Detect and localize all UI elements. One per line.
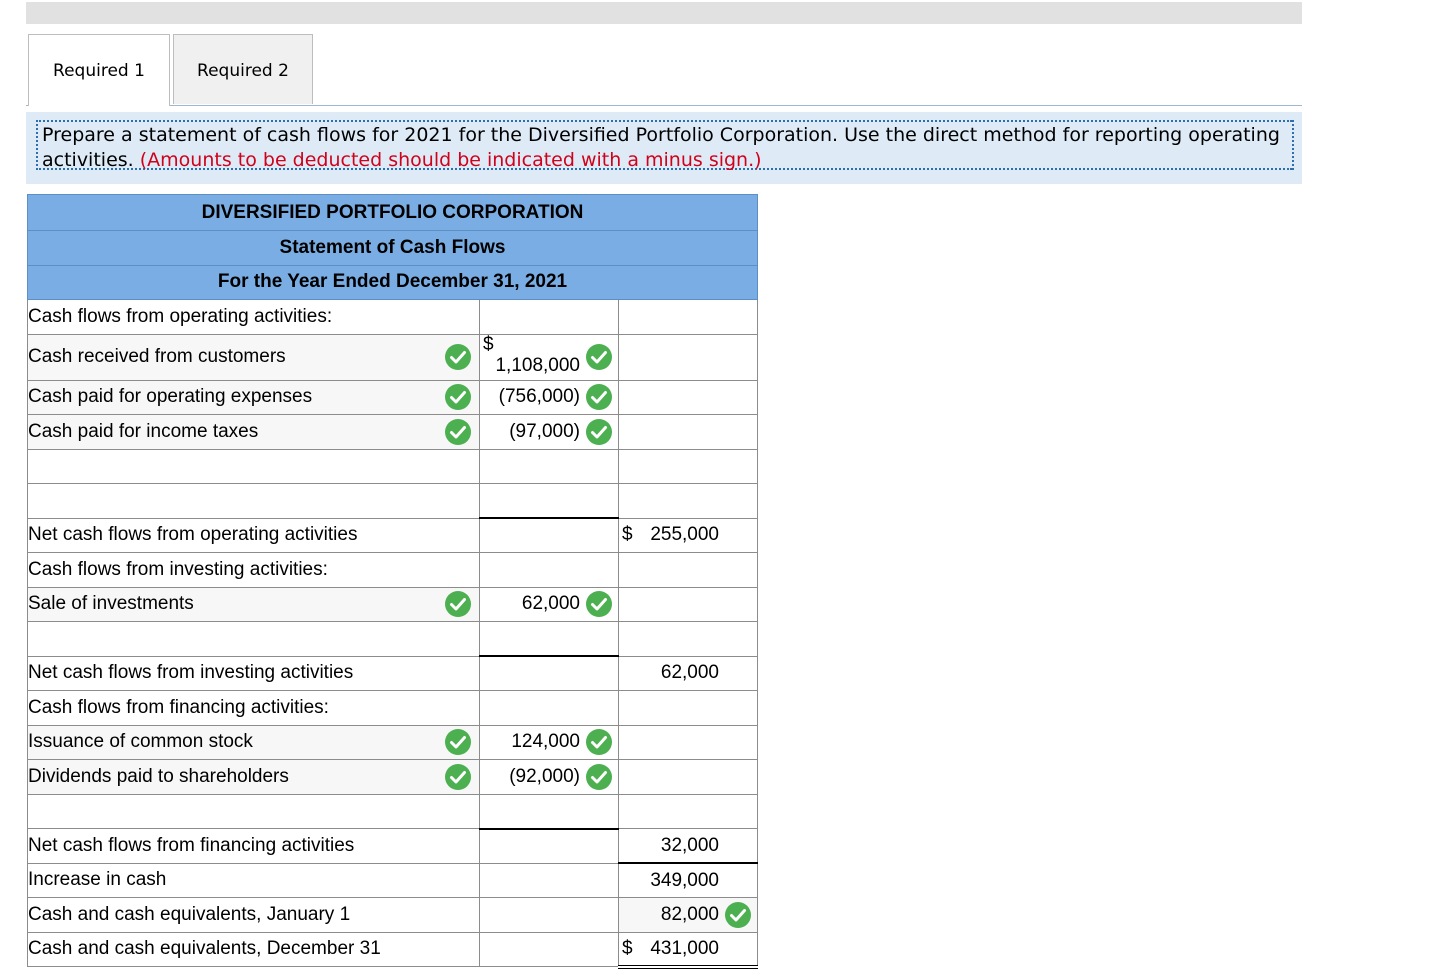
table-row: Issuance of common stock 124,000: [27, 724, 758, 760]
op1-label: Cash received from customers: [28, 346, 286, 367]
empty-value-field[interactable]: [479, 483, 619, 519]
increase-field[interactable]: 349,000: [618, 862, 758, 898]
op1-label-field[interactable]: Cash received from customers: [27, 333, 480, 381]
dec-value-field[interactable]: $ 431,000: [618, 931, 758, 969]
currency-symbol: $: [622, 937, 633, 959]
check-circle-icon: [445, 763, 471, 790]
empty-value-field[interactable]: [479, 621, 619, 657]
empty-label-field[interactable]: [27, 621, 480, 657]
table-row: [27, 483, 758, 519]
empty-value-field[interactable]: [479, 448, 619, 484]
table-row: Net cash flows from investing activities…: [27, 655, 758, 691]
check-circle-icon: [586, 344, 612, 370]
currency-symbol: $: [483, 333, 494, 355]
fin1-label-field[interactable]: Issuance of common stock: [27, 724, 480, 760]
check-circle-icon: [445, 418, 471, 445]
empty-label-field[interactable]: [27, 448, 480, 484]
table-row: Cash and cash equivalents, January 1 82,…: [27, 897, 758, 933]
table-row: [27, 793, 758, 829]
inv-net-field[interactable]: 62,000: [618, 655, 758, 691]
jan-label: Cash and cash equivalents, January 1: [27, 897, 480, 933]
increase-label: Increase in cash: [27, 862, 480, 898]
inv-net-label: Net cash flows from investing activities: [27, 655, 480, 691]
check-circle-icon: [586, 763, 612, 790]
op-net-field[interactable]: $ 255,000: [618, 517, 758, 553]
fin2-label: Dividends paid to shareholders: [28, 765, 289, 787]
fin2-label-field[interactable]: Dividends paid to shareholders: [27, 759, 480, 795]
op3-label-field[interactable]: Cash paid for income taxes: [27, 414, 480, 450]
check-circle-icon: [586, 729, 612, 756]
tab-divider: [26, 105, 1302, 106]
statement-period: For the Year Ended December 31, 2021: [27, 264, 758, 300]
fin1-label: Issuance of common stock: [28, 731, 253, 753]
check-circle-icon: [445, 729, 471, 756]
tab-required-1[interactable]: Required 1: [28, 34, 170, 106]
operating-header: Cash flows from operating activities:: [27, 299, 480, 335]
instructions-text: Prepare a statement of cash flows for 20…: [36, 120, 1294, 171]
inv1-label-field[interactable]: Sale of investments: [27, 586, 480, 622]
cash-flow-statement: DIVERSIFIED PORTFOLIO CORPORATION Statem…: [27, 194, 758, 969]
op2-value-field[interactable]: (756,000): [479, 379, 619, 415]
table-row: Cash flows from operating activities:: [27, 299, 758, 335]
op-net-value: 255,000: [650, 524, 719, 546]
currency-symbol: $: [622, 524, 633, 546]
statement-title: Statement of Cash Flows: [27, 230, 758, 266]
inv-net-value: 62,000: [660, 662, 719, 684]
check-circle-icon: [445, 591, 471, 618]
table-row: Cash paid for income taxes (97,000): [27, 414, 758, 450]
check-circle-icon: [725, 901, 751, 928]
table-row: Cash and cash equivalents, December 31 $…: [27, 931, 758, 969]
inv1-label: Sale of investments: [28, 593, 194, 615]
table-row: Net cash flows from financing activities…: [27, 827, 758, 864]
table-row: Cash flows from financing activities:: [27, 690, 758, 726]
jan-value-field[interactable]: 82,000: [618, 897, 758, 933]
op-net-label: Net cash flows from operating activities: [27, 517, 480, 553]
table-row: Net cash flows from operating activities…: [27, 517, 758, 553]
table-row: Cash flows from investing activities:: [27, 552, 758, 588]
table-row: [27, 448, 758, 484]
empty-label-field[interactable]: [27, 793, 480, 829]
check-circle-icon: [586, 384, 612, 411]
financing-header: Cash flows from financing activities:: [27, 690, 480, 726]
table-row: Increase in cash 349,000: [27, 862, 758, 898]
instructions-note: (Amounts to be deducted should be indica…: [139, 149, 762, 171]
instructions-panel: Prepare a statement of cash flows for 20…: [26, 112, 1302, 184]
fin-net-label: Net cash flows from financing activities: [27, 828, 480, 864]
table-row: Cash received from customers $ 1,108,000: [27, 333, 758, 381]
fin-net-field[interactable]: 32,000: [618, 828, 758, 864]
inv1-value-field[interactable]: 62,000: [479, 586, 619, 622]
op1-value-field[interactable]: $ 1,108,000: [479, 333, 619, 381]
empty-value-field[interactable]: [479, 793, 619, 829]
fin-net-value: 32,000: [660, 834, 719, 856]
fin2-value-field[interactable]: (92,000): [479, 759, 619, 795]
company-name: DIVERSIFIED PORTFOLIO CORPORATION: [27, 194, 758, 231]
op2-label: Cash paid for operating expenses: [28, 386, 313, 408]
increase-value: 349,000: [650, 869, 719, 891]
dec-label: Cash and cash equivalents, December 31: [27, 931, 480, 967]
top-progress-bar: [26, 2, 1302, 24]
op3-value-field[interactable]: (97,000): [479, 414, 619, 450]
fin1-value-field[interactable]: 124,000: [479, 724, 619, 760]
table-row: Dividends paid to shareholders (92,000): [27, 759, 758, 795]
op3-label: Cash paid for income taxes: [28, 420, 259, 442]
op2-label-field[interactable]: Cash paid for operating expenses: [27, 379, 480, 415]
table-row: [27, 621, 758, 657]
check-circle-icon: [586, 591, 612, 618]
table-row: Cash paid for operating expenses (756,00…: [27, 379, 758, 415]
table-row: Sale of investments 62,000: [27, 586, 758, 622]
investing-header: Cash flows from investing activities:: [27, 552, 480, 588]
dec-value: 431,000: [650, 937, 719, 959]
check-circle-icon: [586, 418, 612, 445]
tab-required-2[interactable]: Required 2: [173, 34, 313, 104]
empty-label-field[interactable]: [27, 483, 480, 519]
check-circle-icon: [445, 384, 471, 411]
check-circle-icon: [445, 344, 471, 370]
